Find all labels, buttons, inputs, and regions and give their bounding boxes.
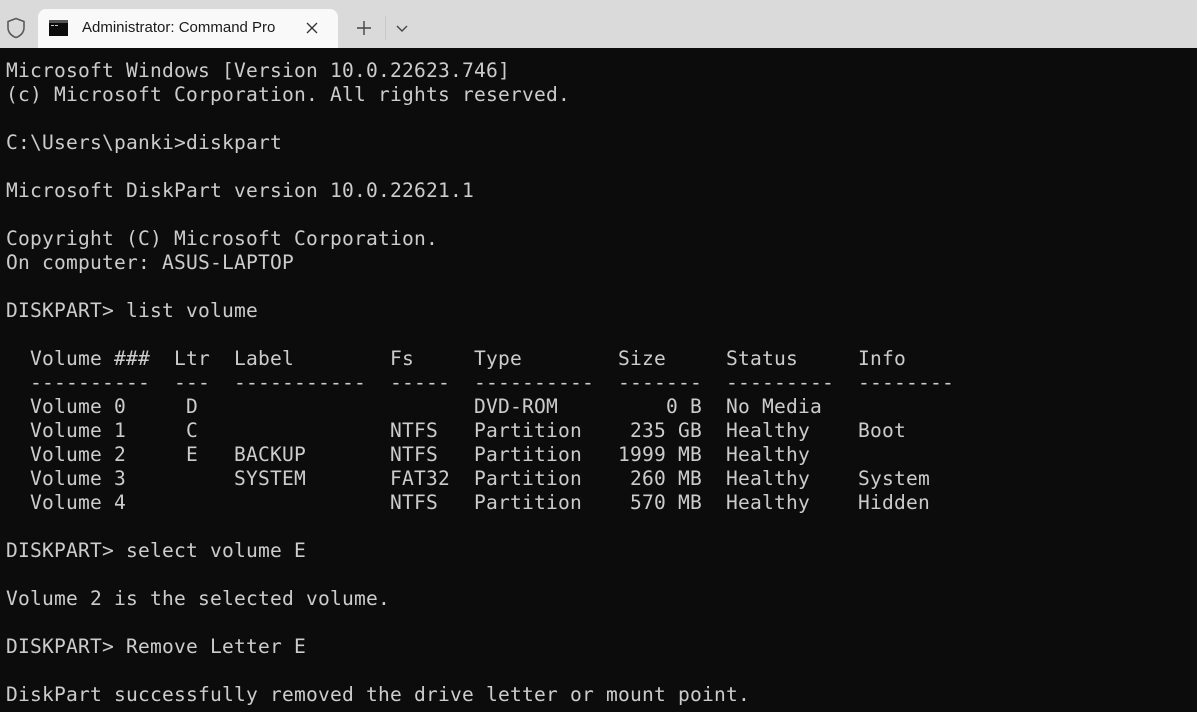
terminal-line: Microsoft Windows [Version 10.0.22623.74… [6,59,510,82]
terminal-line: Volume 2 is the selected volume. [6,587,390,610]
terminal-line: Microsoft DiskPart version 10.0.22621.1 [6,179,474,202]
plus-icon [357,21,371,35]
titlebar-divider [385,16,386,40]
terminal-line: Volume ### Ltr Label Fs Type Size Status… [6,347,906,370]
terminal-line: C:\Users\panki>diskpart [6,131,282,154]
terminal-line: DISKPART> select volume E [6,539,306,562]
terminal-line: ---------- --- ----------- ----- -------… [6,371,954,394]
tab-command-prompt[interactable]: Administrator: Command Pro [38,9,338,48]
terminal-line: Volume 3 SYSTEM FAT32 Partition 260 MB H… [6,467,930,490]
new-tab-button[interactable] [352,16,376,40]
terminal-line: (c) Microsoft Corporation. All rights re… [6,83,570,106]
terminal-line: On computer: ASUS-LAPTOP [6,251,294,274]
title-bar: Administrator: Command Pro [0,0,1197,49]
terminal-output[interactable]: Microsoft Windows [Version 10.0.22623.74… [0,48,1197,712]
terminal-line: Volume 2 E BACKUP NTFS Partition 1999 MB… [6,443,810,466]
tab-title: Administrator: Command Pro [82,19,276,36]
shield-icon [6,17,26,39]
terminal-line: Copyright (C) Microsoft Corporation. [6,227,438,250]
terminal-line: DISKPART> list volume [6,299,258,322]
terminal-line: Volume 1 C NTFS Partition 235 GB Healthy… [6,419,906,442]
tab-dropdown-button[interactable] [391,16,413,40]
command-prompt-icon [49,20,68,36]
chevron-down-icon [396,25,408,32]
terminal-line: Volume 0 D DVD-ROM 0 B No Media [6,395,822,418]
terminal-line: DiskPart successfully removed the drive … [6,683,750,706]
terminal-line: DISKPART> Remove Letter E [6,635,306,658]
terminal-text: Microsoft Windows [Version 10.0.22623.74… [6,59,954,707]
close-icon[interactable] [304,20,320,36]
terminal-line: Volume 4 NTFS Partition 570 MB Healthy H… [6,491,930,514]
